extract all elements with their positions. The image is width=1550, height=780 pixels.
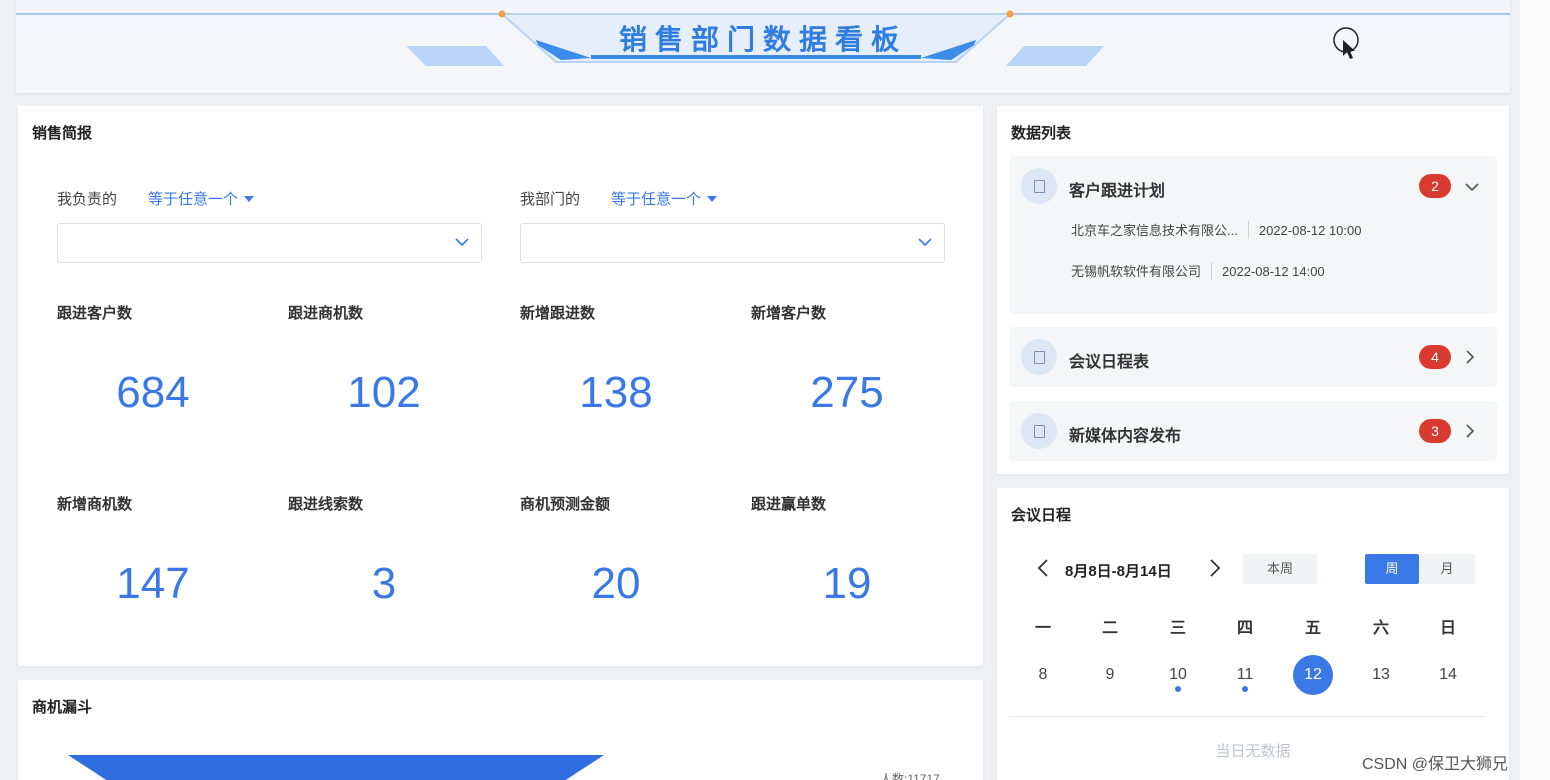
list-item-title: 客户跟进计划 (1069, 183, 1166, 200)
chevron-down-icon (918, 238, 932, 247)
metric-value: 20 (591, 559, 641, 608)
weekday-label: 六 (1372, 620, 1389, 637)
filter-owner-label: 我负责的 (57, 191, 118, 208)
list-item-media-publish[interactable]: 新媒体内容发布 3 (1009, 401, 1497, 461)
metric-value: 102 (347, 368, 421, 417)
divider (1247, 221, 1249, 239)
funnel-title: 商机漏斗 (32, 699, 93, 716)
count-badge: 4 (1419, 345, 1451, 369)
calendar-day-today[interactable]: 12 (1293, 655, 1333, 695)
document-icon (1021, 339, 1057, 375)
funnel-card: 商机漏斗 人数:11717 (18, 680, 983, 780)
weekday-label: 日 (1439, 620, 1456, 637)
chevron-right-icon[interactable] (1465, 424, 1475, 438)
list-item-title: 新媒体内容发布 (1069, 428, 1182, 445)
metric-value: 684 (116, 368, 190, 417)
count-badge: 2 (1419, 174, 1451, 198)
dashboard-page: 销售部门数据看板 销售简报 我负责的 等于任意一个 我部门的 等于任意一个 跟进… (0, 0, 1550, 780)
metric-label: 跟进商机数 (288, 305, 364, 322)
followup-company: 无锡帆软软件有限公司 (1071, 264, 1202, 279)
calendar-day[interactable]: 14 (1428, 655, 1468, 695)
page-title: 销售部门数据看板 (618, 24, 907, 55)
chevron-down-icon[interactable] (1465, 182, 1479, 192)
weekday-label: 三 (1169, 620, 1186, 637)
weekday-label: 四 (1236, 620, 1253, 637)
weekday-label: 一 (1034, 620, 1051, 637)
list-item-customer-followup[interactable]: 客户跟进计划 2 北京车之家信息技术有限公... 2022-08-12 10:00… (1009, 156, 1497, 314)
header-banner: 销售部门数据看板 (16, 0, 1510, 93)
calendar-day[interactable]: 8 (1023, 655, 1063, 695)
count-badge: 3 (1419, 419, 1451, 443)
list-item-meeting-schedule[interactable]: 会议日程表 4 (1009, 327, 1497, 387)
followup-time: 2022-08-12 10:00 (1258, 223, 1362, 238)
metric-label: 跟进客户数 (57, 305, 133, 322)
followup-row[interactable]: 北京车之家信息技术有限公... 2022-08-12 10:00 (1071, 220, 1362, 239)
calendar-day[interactable]: 13 (1361, 655, 1401, 695)
divider (1211, 262, 1213, 280)
filter-owner-operator[interactable]: 等于任意一个 (148, 188, 255, 209)
caret-down-icon (707, 196, 718, 202)
sales-brief-title: 销售简报 (32, 125, 93, 142)
followup-company: 北京车之家信息技术有限公... (1071, 223, 1238, 238)
filter-owner-select[interactable] (57, 223, 482, 263)
filter-owner-operator-text: 等于任意一个 (148, 191, 239, 208)
event-dot (1175, 686, 1181, 692)
filter-dept-label: 我部门的 (520, 191, 581, 208)
meeting-title: 会议日程 (1011, 507, 1072, 524)
followup-row[interactable]: 无锡帆软软件有限公司 2022-08-12 14:00 (1071, 261, 1325, 280)
metric-value: 19 (822, 559, 872, 608)
list-item-title: 会议日程表 (1069, 354, 1150, 371)
metric-value: 147 (116, 559, 190, 608)
this-week-button[interactable]: 本周 (1243, 554, 1317, 584)
data-list-card: 数据列表 客户跟进计划 2 北京车之家信息技术有限公... 2022-08-12 … (997, 106, 1509, 474)
weekday-label: 五 (1304, 620, 1321, 637)
chevron-right-icon[interactable] (1465, 350, 1475, 364)
meeting-card: 会议日程 8月8日-8月14日 本周 周 月 一 二 三 四 五 六 日 8 9… (997, 488, 1509, 780)
metric-value: 3 (371, 559, 397, 608)
event-dot (1242, 686, 1248, 692)
chevron-left-icon[interactable] (1037, 559, 1049, 577)
metric-label: 商机预测金额 (520, 496, 611, 513)
metric-label: 新增商机数 (57, 496, 133, 513)
funnel-note: 人数:11717 (880, 772, 940, 780)
funnel-chart (68, 755, 604, 780)
document-icon (1021, 168, 1057, 204)
metric-value: 275 (810, 368, 884, 417)
sales-brief-card: 销售简报 我负责的 等于任意一个 我部门的 等于任意一个 跟进客户数 跟进商机数… (18, 106, 983, 666)
metric-value: 138 (579, 368, 653, 417)
metric-label: 新增跟进数 (520, 305, 596, 322)
chevron-down-icon (455, 238, 469, 247)
document-icon (1021, 413, 1057, 449)
followup-time: 2022-08-12 14:00 (1222, 264, 1325, 279)
week-view-button[interactable]: 周 (1365, 554, 1419, 584)
scroll-gutter (1520, 0, 1550, 780)
chevron-right-icon[interactable] (1209, 559, 1221, 577)
filter-dept-operator[interactable]: 等于任意一个 (611, 188, 718, 209)
watermark: CSDN @保卫大狮兄 (1362, 756, 1509, 773)
weekday-label: 二 (1101, 620, 1118, 637)
calendar-range: 8月8日-8月14日 (1065, 563, 1172, 580)
metric-label: 新增客户数 (751, 305, 827, 322)
calendar-divider (1009, 716, 1485, 717)
filter-dept-select[interactable] (520, 223, 945, 263)
metric-label: 跟进线索数 (288, 496, 364, 513)
data-list-title: 数据列表 (1011, 125, 1072, 142)
calendar-day[interactable]: 9 (1090, 655, 1130, 695)
caret-down-icon (244, 196, 255, 202)
month-view-button[interactable]: 月 (1419, 554, 1475, 584)
filter-dept-operator-text: 等于任意一个 (611, 191, 702, 208)
metric-label: 跟进赢单数 (751, 496, 827, 513)
